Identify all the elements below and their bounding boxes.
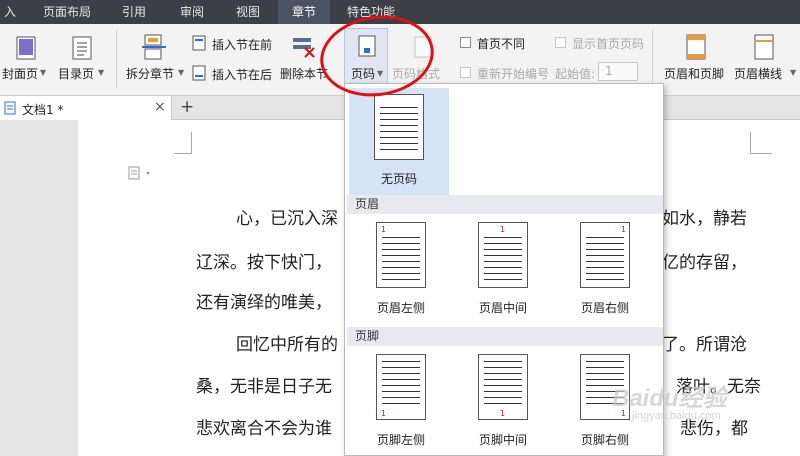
ribbon-divider <box>652 30 653 88</box>
footer-center-label: 页脚中间 <box>478 433 527 447</box>
footer-left-label: 页脚左侧 <box>376 433 425 447</box>
text-line: 如水，静若 <box>662 209 747 229</box>
insert-after-icon <box>192 65 206 81</box>
tab-special-features[interactable]: 特色功能 <box>338 0 404 24</box>
delete-section-button[interactable]: 删除本节 <box>278 24 332 94</box>
cover-page-button[interactable]: 封面页 ▼ <box>0 24 52 94</box>
margin-corner-mark <box>750 132 772 154</box>
document-tab[interactable]: 文档1 * × <box>0 96 172 120</box>
ribbon-divider <box>116 30 117 88</box>
page-thumbnail-icon <box>374 94 424 160</box>
header-line-button[interactable]: 页眉横线 ▼ <box>734 24 800 94</box>
split-section-button[interactable]: 拆分章节 ▼ <box>122 24 186 94</box>
menu-bar: 入 页面布局 引用 审阅 视图 章节 特色功能 <box>0 0 800 24</box>
header-right-option[interactable]: 1 页眉右侧 <box>555 218 655 328</box>
no-page-number-label: 无页码 <box>380 172 417 186</box>
baidu-watermark-url: jingyan.baidu.com <box>632 410 721 422</box>
chevron-down-icon: ▼ <box>178 68 185 77</box>
header-line-icon <box>754 34 774 60</box>
cover-page-icon <box>16 36 36 60</box>
page-number-format-label: 页码格式 <box>392 67 441 81</box>
page-thumbnail-icon: 1 <box>376 222 426 288</box>
header-line-label: 页眉横线 <box>734 67 783 81</box>
chevron-down-icon: ▼ <box>790 68 797 77</box>
tab-section[interactable]: 章节 <box>278 0 330 24</box>
split-section-label: 拆分章节 <box>126 67 175 81</box>
show-first-page-number-label: 显示首页页码 <box>572 37 645 51</box>
document-icon <box>4 101 16 115</box>
delete-section-label: 删除本节 <box>280 67 329 81</box>
header-footer-button[interactable]: 页眉和页脚 <box>660 24 732 94</box>
tab-view[interactable]: 视图 <box>224 0 272 24</box>
header-footer-icon <box>686 34 706 60</box>
page-thumbnail-icon: 1 <box>376 354 426 420</box>
start-value-input[interactable]: 1 <box>598 62 638 81</box>
page-thumbnail-icon: 1 <box>580 222 630 288</box>
footer-section-title: 页脚 <box>347 327 663 346</box>
toc-page-button[interactable]: 目录页 ▼ <box>54 24 110 94</box>
first-page-different-label: 首页不同 <box>477 37 526 51</box>
page-number-button[interactable]: 页码 ▼ <box>344 28 388 86</box>
header-left-option[interactable]: 1 页眉左侧 <box>351 218 451 328</box>
header-right-label: 页眉右侧 <box>580 301 629 315</box>
tab-page-layout[interactable]: 页面布局 <box>32 0 102 24</box>
footer-left-option[interactable]: 1 页脚左侧 <box>351 350 451 455</box>
page-thumbnail-icon: 1 <box>478 222 528 288</box>
insert-section-before-button[interactable]: 插入节在前 <box>192 34 276 54</box>
insert-section-after-label: 插入节在后 <box>212 68 273 82</box>
toc-page-label: 目录页 <box>58 67 95 81</box>
document-tab-title: 文档1 * <box>22 103 64 117</box>
page-format-icon <box>414 36 432 58</box>
insert-section-after-button[interactable]: 插入节在后 <box>192 64 276 84</box>
show-first-page-number-checkbox[interactable] <box>555 37 566 48</box>
delete-section-icon <box>293 38 315 58</box>
no-page-number-option[interactable]: 无页码 <box>349 88 449 198</box>
page-number-icon <box>358 35 376 57</box>
close-icon[interactable]: × <box>154 99 166 115</box>
footer-center-option[interactable]: 1 页脚中间 <box>453 350 553 455</box>
tab-review[interactable]: 审阅 <box>168 0 216 24</box>
chevron-down-icon: ▼ <box>40 68 47 77</box>
tab-references[interactable]: 引用 <box>110 0 158 24</box>
chevron-down-icon: ▼ <box>377 69 384 78</box>
footer-right-label: 页脚右侧 <box>580 433 629 447</box>
new-tab-button[interactable]: + <box>180 97 194 117</box>
tab-insert[interactable]: 入 <box>0 0 20 24</box>
baidu-watermark: Baidu经验 <box>612 385 727 412</box>
page-number-label: 页码 <box>351 67 376 81</box>
header-center-option[interactable]: 1 页眉中间 <box>453 218 553 328</box>
text-line: 了。所谓沧 <box>662 335 747 355</box>
restart-numbering-checkbox[interactable] <box>460 67 471 78</box>
toc-page-icon <box>72 36 92 60</box>
first-page-different-checkbox[interactable] <box>460 37 471 48</box>
header-section-title: 页眉 <box>347 195 663 214</box>
split-section-icon <box>142 34 166 60</box>
insert-section-before-label: 插入节在前 <box>212 38 273 52</box>
paragraph-options-icon[interactable] <box>128 166 154 180</box>
insert-before-icon <box>192 35 206 51</box>
text-line: 亿的存留， <box>662 253 747 273</box>
header-center-label: 页眉中间 <box>478 301 527 315</box>
page-thumbnail-icon: 1 <box>478 354 528 420</box>
margin-corner-mark <box>174 132 192 154</box>
start-value-label: 起始值: <box>555 67 596 81</box>
chevron-down-icon: ▼ <box>98 68 105 77</box>
header-left-label: 页眉左侧 <box>376 301 425 315</box>
restart-numbering-label: 重新开始编号 <box>477 67 550 81</box>
cover-page-label: 封面页 <box>2 67 39 81</box>
header-footer-label: 页眉和页脚 <box>664 67 725 81</box>
